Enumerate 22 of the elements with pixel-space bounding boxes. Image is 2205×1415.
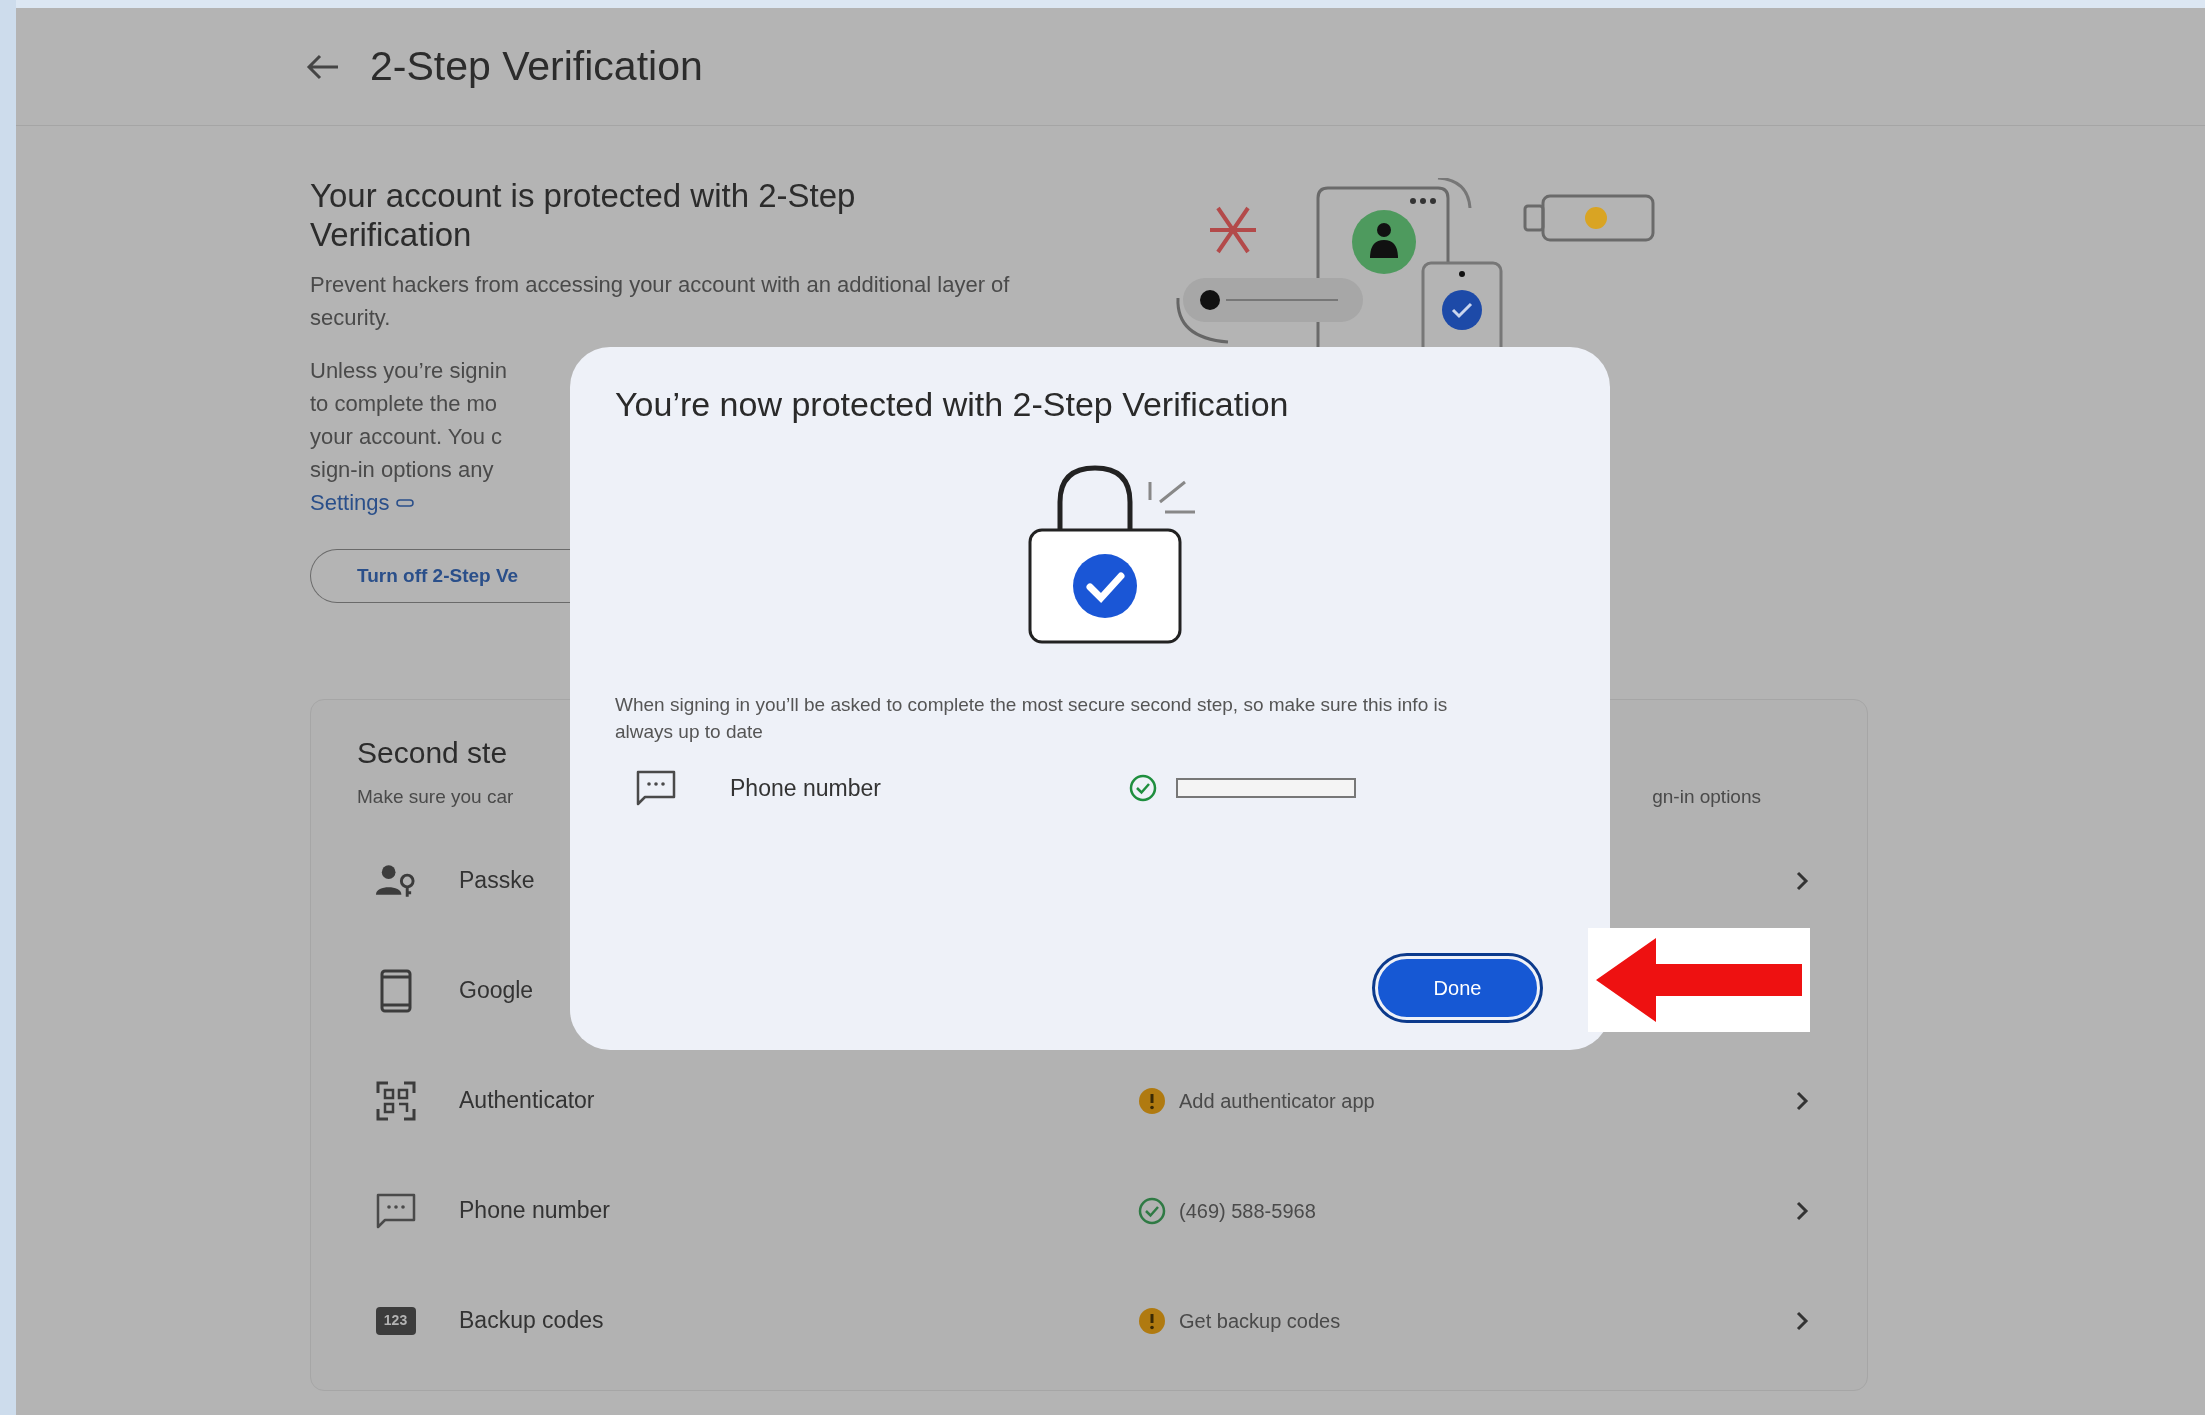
option-label: Passke: [459, 866, 536, 896]
option-label: Google: [459, 976, 535, 1006]
option-status: Get backup codes: [1179, 1308, 1341, 1334]
details-text: to complete the mo: [310, 390, 498, 418]
details-text: your account. You c: [310, 423, 503, 451]
protection-description: Prevent hackers from accessing your account with an additional layer of security.: [310, 271, 1010, 332]
dialog-message: When signing in you’ll be asked to complete the most secure second step, so make sure this info is always up to date: [615, 693, 1449, 744]
option-label: Phone number: [459, 1196, 611, 1226]
page-title: 2-Step Verification: [370, 41, 703, 91]
details-text: sign-in options any: [310, 456, 494, 484]
option-label: Backup codes: [459, 1306, 605, 1336]
details-text: Unless you’re signin: [310, 357, 507, 385]
dialog-title: You’re now protected with 2-Step Verification: [615, 384, 1290, 425]
option-status: Add authenticator app: [1179, 1088, 1375, 1114]
number-code-icon: 123: [375, 1306, 416, 1335]
protection-heading: Your account is protected with 2-Step Verification: [310, 176, 857, 254]
method-label: Phone number: [730, 773, 882, 803]
section-subtitle: Make sure you car: [357, 785, 514, 809]
section-subtitle: gn-in options: [1652, 785, 1761, 809]
section-title: Second ste: [357, 735, 508, 771]
option-label: Authenticator: [459, 1086, 596, 1116]
option-status: (469) 588-5968: [1179, 1198, 1316, 1224]
